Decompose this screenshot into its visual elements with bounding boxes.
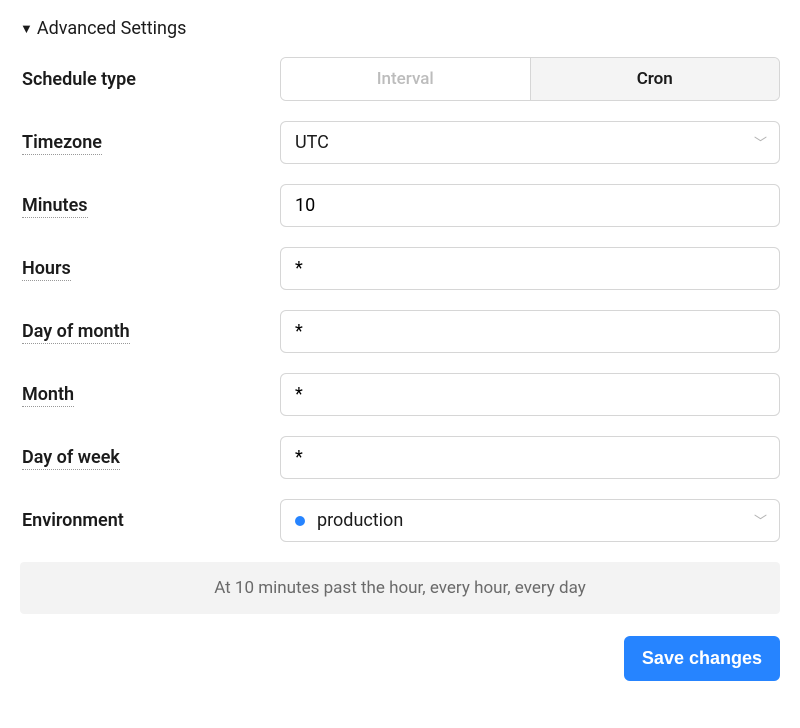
minutes-input[interactable] bbox=[280, 184, 780, 227]
environment-select[interactable]: production ﹀ bbox=[280, 499, 780, 542]
save-changes-button[interactable]: Save changes bbox=[624, 636, 780, 681]
environment-status-dot bbox=[295, 516, 305, 526]
chevron-down-icon: ﹀ bbox=[754, 510, 767, 529]
schedule-type-option-cron[interactable]: Cron bbox=[530, 58, 780, 100]
day-of-month-label: Day of month bbox=[20, 321, 280, 342]
day-of-month-input[interactable] bbox=[280, 310, 780, 353]
environment-label: Environment bbox=[20, 510, 280, 531]
timezone-value: UTC bbox=[295, 132, 329, 153]
month-input[interactable] bbox=[280, 373, 780, 416]
hours-label: Hours bbox=[20, 258, 280, 279]
chevron-down-icon: ﹀ bbox=[754, 132, 767, 151]
day-of-week-label: Day of week bbox=[20, 447, 280, 468]
timezone-select[interactable]: UTC ﹀ bbox=[280, 121, 780, 164]
month-label: Month bbox=[20, 384, 280, 405]
minutes-label: Minutes bbox=[20, 195, 280, 216]
caret-down-icon: ▼ bbox=[20, 21, 33, 37]
hours-input[interactable] bbox=[280, 247, 780, 290]
section-title: Advanced Settings bbox=[37, 18, 187, 39]
schedule-type-label: Schedule type bbox=[20, 69, 280, 90]
timezone-label: Timezone bbox=[20, 132, 280, 153]
environment-value: production bbox=[317, 510, 403, 531]
advanced-settings-toggle[interactable]: ▼ Advanced Settings bbox=[20, 18, 780, 39]
schedule-type-option-interval[interactable]: Interval bbox=[281, 58, 530, 100]
cron-summary: At 10 minutes past the hour, every hour,… bbox=[20, 562, 780, 614]
schedule-type-segmented: Interval Cron bbox=[280, 57, 780, 101]
day-of-week-input[interactable] bbox=[280, 436, 780, 479]
